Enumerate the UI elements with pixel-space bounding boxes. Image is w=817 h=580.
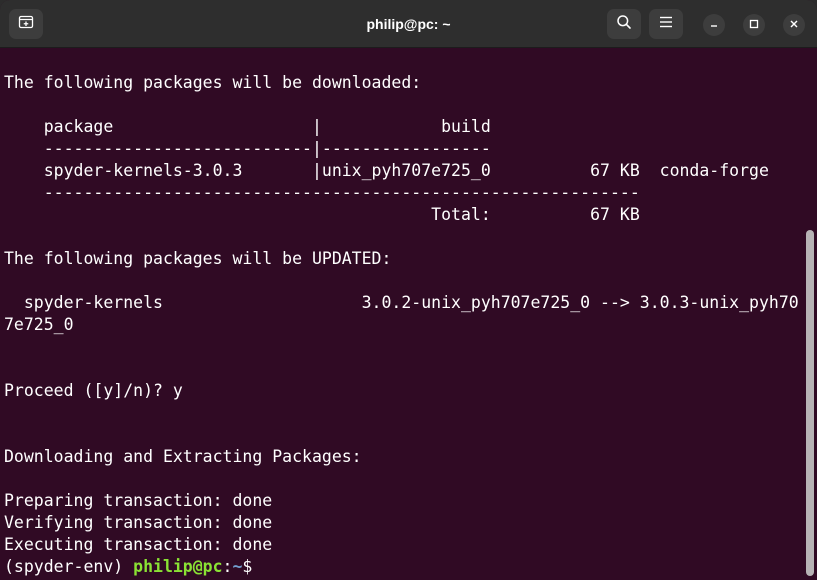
terminal-line: spyder-kernels 3.0.2-unix_pyh707e725_0 -… — [4, 293, 799, 312]
prompt-env: (spyder-env) — [4, 557, 134, 576]
new-tab-icon — [18, 14, 34, 35]
minimize-icon — [709, 16, 719, 34]
prompt-user-host: philip@pc — [133, 557, 223, 576]
close-button[interactable] — [783, 14, 805, 36]
scrollbar-thumb[interactable] — [806, 230, 814, 576]
maximize-icon — [749, 16, 759, 34]
terminal-window: philip@pc: ~ The following packages will… — [0, 0, 817, 580]
terminal-line: The following packages will be downloade… — [4, 73, 422, 92]
terminal-line: Proceed ([y]/n)? y — [4, 381, 183, 400]
prompt-path: ~ — [232, 557, 243, 576]
terminal-line: Executing transaction: done — [4, 535, 273, 554]
terminal-line: 7e725_0 — [4, 315, 74, 334]
terminal-line: spyder-kernels-3.0.3 |unix_pyh707e725_0 … — [4, 161, 769, 180]
menu-button[interactable] — [649, 9, 683, 39]
terminal-output[interactable]: The following packages will be downloade… — [0, 48, 806, 580]
terminal-line: package | build — [4, 117, 491, 136]
title-bar[interactable]: philip@pc: ~ — [0, 0, 817, 48]
search-button[interactable] — [607, 9, 641, 39]
terminal-line: Verifying transaction: done — [4, 513, 273, 532]
terminal-line: ---------------------------|------------… — [4, 139, 491, 158]
prompt-symbol: $ — [242, 557, 253, 576]
new-tab-button[interactable] — [9, 9, 43, 39]
window-title: philip@pc: ~ — [366, 16, 451, 32]
minimize-button[interactable] — [703, 14, 725, 36]
terminal-line: Preparing transaction: done — [4, 491, 273, 510]
search-icon — [616, 14, 632, 35]
terminal-line: ----------------------------------------… — [4, 183, 640, 202]
terminal-line: Downloading and Extracting Packages: — [4, 447, 362, 466]
shell-prompt[interactable]: (spyder-env) philip@pc:~$ — [4, 556, 252, 578]
terminal-line: Total: 67 KB — [4, 205, 640, 224]
maximize-button[interactable] — [743, 14, 765, 36]
close-icon — [789, 16, 799, 34]
hamburger-menu-icon — [659, 15, 673, 33]
terminal-line: The following packages will be UPDATED: — [4, 249, 392, 268]
prompt-separator: : — [222, 557, 233, 576]
